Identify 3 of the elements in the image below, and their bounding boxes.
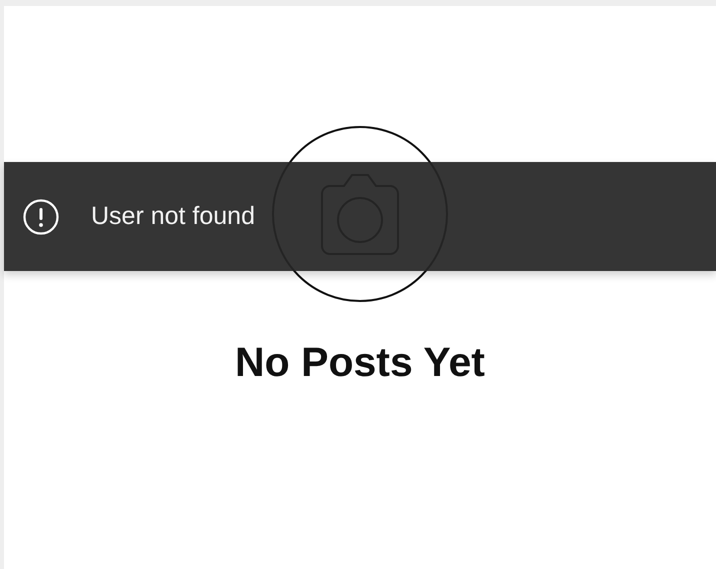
toast-message: User not found [91, 202, 255, 231]
empty-state-title: No Posts Yet [234, 339, 486, 386]
alert-icon [23, 198, 59, 234]
